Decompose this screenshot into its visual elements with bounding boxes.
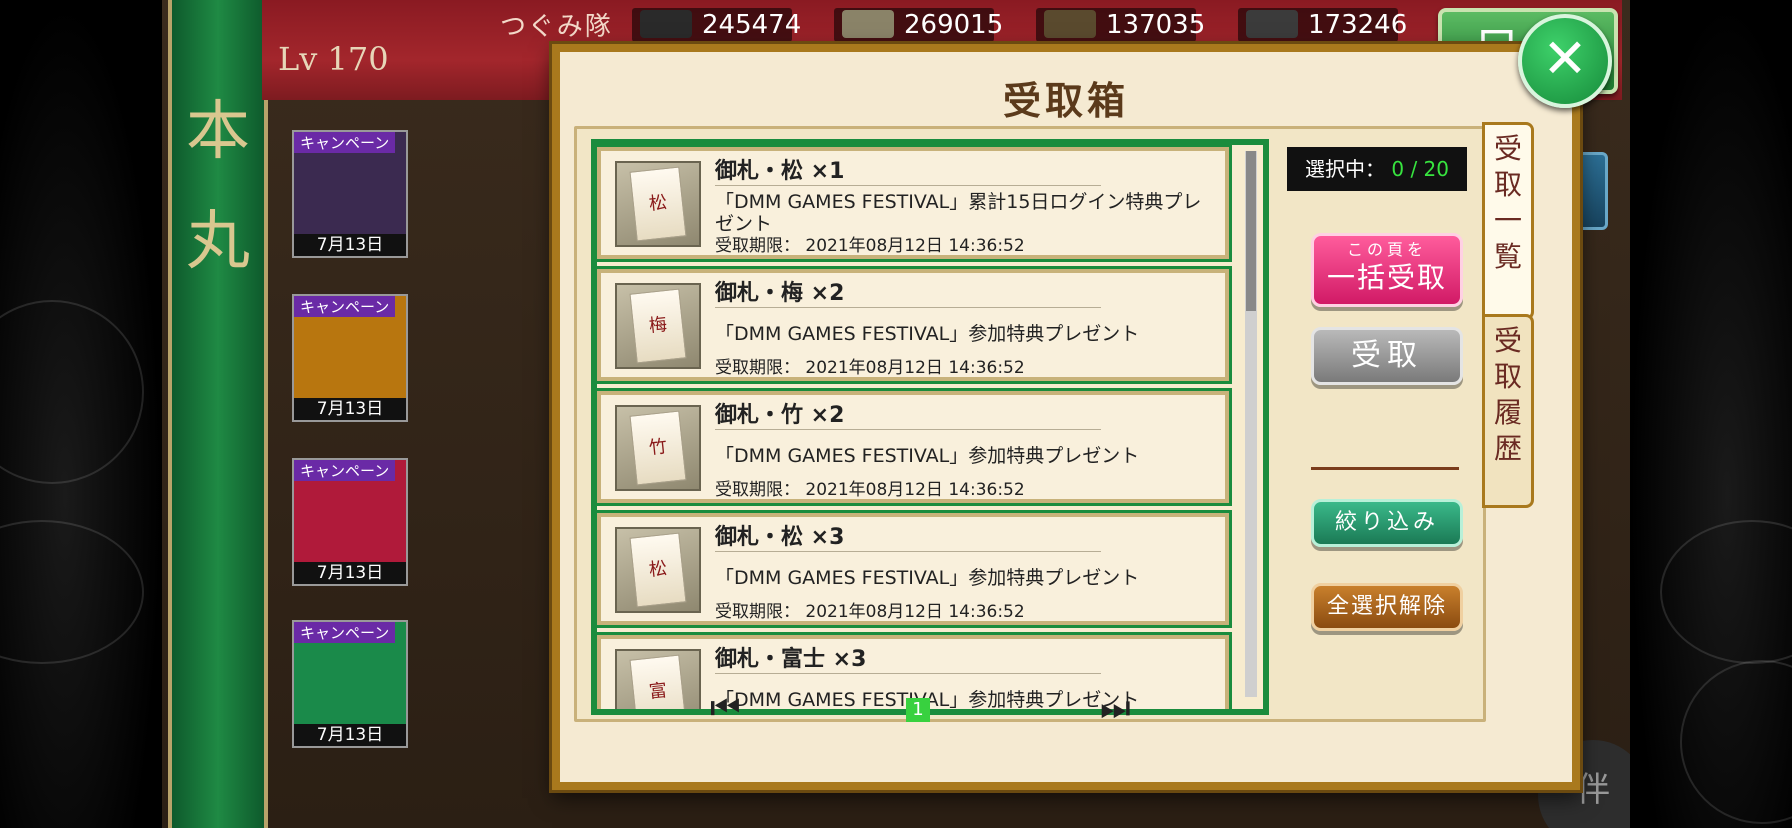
ofuda-card-icon: 竹 [629, 410, 687, 486]
item-list[interactable]: 松 御札・松 ×1 「DMM GAMES FESTIVAL」累計15日ログイン特… [591, 139, 1269, 715]
ofuda-take-icon: 竹 [615, 405, 701, 491]
item-divider [715, 185, 1101, 186]
campaign-date: 7月13日 [294, 724, 406, 746]
ofuda-card-icon: 松 [629, 532, 687, 608]
item-name: 御札・松 ×3 [715, 525, 845, 550]
item-description: 「DMM GAMES FESTIVAL」累計15日ログイン特典プレゼント [715, 191, 1202, 235]
campaign-date: 7月13日 [294, 234, 406, 256]
item-divider [715, 673, 1101, 674]
swirl-decoration [0, 300, 144, 484]
inbox-panel: 松 御札・松 ×1 「DMM GAMES FESTIVAL」累計15日ログイン特… [574, 126, 1486, 722]
list-item[interactable]: 梅 御札・梅 ×2 「DMM GAMES FESTIVAL」参加特典プレゼント … [597, 269, 1229, 381]
ofuda-matsu-icon: 松 [615, 161, 701, 247]
bulk-receive-button[interactable]: この頁を 一括受取 [1311, 233, 1463, 307]
campaign-tag: キャンペーン [294, 296, 396, 317]
swirl-decoration [1680, 660, 1792, 824]
campaign-date: 7月13日 [294, 398, 406, 420]
selection-label: 選択中： [1305, 157, 1385, 181]
left-backdrop [0, 0, 162, 828]
charcoal-icon [640, 10, 692, 38]
campaign-tag: キャンペーン [294, 460, 396, 481]
banner-char: 丸 [186, 205, 250, 279]
cooling-material-icon [1044, 10, 1096, 38]
item-description: 「DMM GAMES FESTIVAL」参加特典プレゼント [715, 567, 1140, 589]
resource-value: 269015 [904, 10, 1004, 40]
resource-value: 173246 [1308, 10, 1408, 40]
item-divider [715, 551, 1101, 552]
scrollbar-thumb[interactable] [1246, 151, 1256, 311]
ofuda-matsu-icon: 松 [615, 527, 701, 613]
game-screen: 本 丸 キャンペーン 7月13日 キャンペーン 7月13日 キャンペーン 7月1… [162, 0, 1630, 828]
item-description: 「DMM GAMES FESTIVAL」参加特典プレゼント [715, 323, 1140, 345]
item-name: 御札・竹 ×2 [715, 403, 845, 428]
deselect-all-button[interactable]: 全選択解除 [1311, 583, 1463, 631]
list-item[interactable]: 松 御札・松 ×3 「DMM GAMES FESTIVAL」参加特典プレゼント … [597, 513, 1229, 625]
tab-receive-list[interactable]: 受取一覧 [1482, 122, 1534, 320]
campaign-banner[interactable]: キャンペーン 7月13日 [292, 620, 408, 748]
list-item[interactable]: 竹 御札・竹 ×2 「DMM GAMES FESTIVAL」参加特典プレゼント … [597, 391, 1229, 503]
campaign-banner[interactable]: キャンペーン 7月13日 [292, 458, 408, 586]
ofuda-card-icon: 梅 [629, 288, 687, 364]
last-page-icon[interactable]: ⏭ [1100, 688, 1131, 728]
item-description: 「DMM GAMES FESTIVAL」参加特典プレゼント [715, 689, 1140, 711]
item-description: 「DMM GAMES FESTIVAL」参加特典プレゼント [715, 445, 1140, 467]
dialog-title: 受取箱 [1002, 78, 1129, 123]
receive-button[interactable]: 受取 [1311, 327, 1463, 385]
ofuda-card-icon: 富 [629, 654, 687, 709]
campaign-banner[interactable]: キャンペーン 7月13日 [292, 294, 408, 422]
resource-value: 245474 [702, 10, 802, 40]
item-divider [715, 307, 1101, 308]
button-divider [1311, 467, 1459, 470]
campaign-date: 7月13日 [294, 562, 406, 584]
resource-jade-steel: 269015 [834, 8, 1003, 42]
right-backdrop [1630, 0, 1792, 828]
resource-charcoal: 245474 [632, 8, 801, 42]
item-expiry: 受取期限： 2021年08月12日 14:36:52 [715, 236, 1025, 256]
banner-char: 本 [186, 95, 250, 169]
item-name: 御札・松 ×1 [715, 159, 845, 184]
filter-button[interactable]: 絞り込み [1311, 499, 1463, 547]
first-page-icon[interactable]: ⏮ [710, 688, 741, 728]
close-icon: ✕ [1542, 27, 1588, 90]
campaign-banner[interactable]: キャンペーン 7月13日 [292, 130, 408, 258]
inbox-dialog: 受取箱 松 御札・松 ×1 「DMM GAMES FESTIVAL」累計15日ロ… [552, 44, 1580, 790]
item-expiry: 受取期限： 2021年08月12日 14:36:52 [715, 480, 1025, 500]
item-expiry: 受取期限： 2021年08月12日 14:36:52 [715, 602, 1025, 622]
ofuda-card-icon: 松 [629, 166, 687, 242]
close-button[interactable]: ✕ [1518, 14, 1612, 108]
jade-steel-icon [842, 10, 894, 38]
unit-name: つぐみ隊 [500, 12, 613, 42]
item-expiry: 受取期限： 2021年08月12日 14:36:52 [715, 358, 1025, 378]
player-level: Lv 170 [278, 40, 389, 78]
bulk-receive-subtitle: この頁を [1346, 240, 1427, 259]
campaign-tag: キャンペーン [294, 132, 396, 153]
campaign-tag: キャンペーン [294, 622, 396, 643]
selection-counter: 選択中： 0 / 20 [1287, 147, 1467, 191]
selection-value: 0 / 20 [1391, 157, 1449, 181]
item-divider [715, 429, 1101, 430]
swirl-decoration [0, 520, 144, 664]
resource-whetstone: 173246 [1238, 8, 1407, 42]
tab-receive-history[interactable]: 受取履歴 [1482, 314, 1534, 508]
resource-value: 137035 [1106, 10, 1206, 40]
ofuda-fuji-icon: 富 [615, 649, 701, 709]
item-name: 御札・梅 ×2 [715, 281, 845, 306]
item-name: 御札・富士 ×3 [715, 647, 867, 672]
honmaru-banner[interactable]: 本 丸 [168, 0, 268, 828]
resource-cooling-material: 137035 [1036, 8, 1205, 42]
ofuda-ume-icon: 梅 [615, 283, 701, 369]
list-scrollbar[interactable] [1245, 151, 1257, 697]
whetstone-icon [1246, 10, 1298, 38]
swirl-decoration [1660, 520, 1792, 664]
bulk-receive-label: 一括受取 [1326, 261, 1447, 294]
page-number: 1 [906, 698, 930, 722]
list-item[interactable]: 松 御札・松 ×1 「DMM GAMES FESTIVAL」累計15日ログイン特… [597, 147, 1229, 259]
